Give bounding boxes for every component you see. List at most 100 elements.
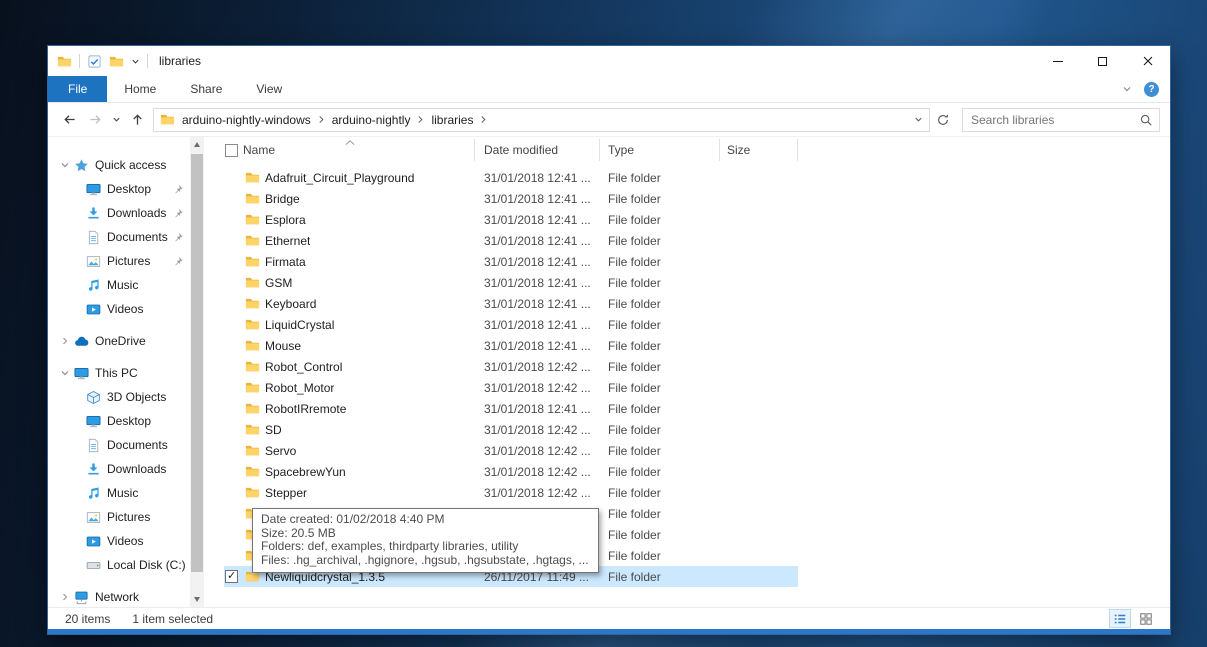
file-type: File folder: [608, 443, 661, 458]
sidebar-item-downloads[interactable]: Downloads: [48, 201, 190, 225]
folder-icon: [245, 256, 260, 267]
sidebar-item-documents[interactable]: Documents: [48, 225, 190, 249]
row-check-cell: [204, 339, 240, 352]
select-all-checkbox[interactable]: [225, 143, 238, 157]
file-type: File folder: [608, 380, 661, 395]
tab-view[interactable]: View: [239, 76, 299, 102]
folder-icon: [245, 361, 260, 372]
chevron-right-icon[interactable]: [60, 592, 70, 602]
pin-icon: [175, 184, 183, 193]
details-view-button[interactable]: [1109, 609, 1131, 628]
file-row[interactable]: RobotIRremote 31/01/2018 12:41 ... File …: [204, 398, 798, 419]
breadcrumb-chevron-icon[interactable]: [480, 115, 487, 124]
file-row[interactable]: Firmata 31/01/2018 12:41 ... File folder: [204, 251, 798, 272]
sidebar-item-downloads-pc[interactable]: Downloads: [48, 457, 190, 481]
sidebar-item-label: Documents: [107, 438, 168, 452]
help-button[interactable]: ?: [1144, 81, 1159, 97]
customize-toolbar-chevron-icon[interactable]: [131, 57, 140, 66]
file-row[interactable]: SD 31/01/2018 12:42 ... File folder: [204, 419, 798, 440]
address-bar[interactable]: arduino-nightly-windows arduino-nightly …: [153, 107, 930, 132]
file-type: File folder: [608, 275, 661, 290]
file-row[interactable]: Bridge 31/01/2018 12:41 ... File folder: [204, 188, 798, 209]
file-row[interactable]: Stepper 31/01/2018 12:42 ... File folder: [204, 482, 798, 503]
file-row[interactable]: SpacebrewYun 31/01/2018 12:42 ... File f…: [204, 461, 798, 482]
row-check-cell: [204, 528, 240, 541]
scrollbar-down-arrow[interactable]: [190, 592, 204, 607]
recent-locations-chevron-icon[interactable]: [108, 108, 124, 132]
file-row[interactable]: Adafruit_Circuit_Playground 31/01/2018 1…: [204, 167, 798, 188]
folder-icon: [245, 382, 260, 393]
sidebar-item-label: Videos: [107, 534, 144, 548]
sidebar-item-pictures[interactable]: Pictures: [48, 249, 190, 273]
up-button[interactable]: [124, 108, 150, 132]
breadcrumb-segment[interactable]: libraries: [424, 113, 480, 127]
column-header-type[interactable]: Type: [600, 139, 720, 161]
forward-button[interactable]: [82, 108, 108, 132]
properties-icon[interactable]: [87, 54, 102, 69]
file-row[interactable]: LiquidCrystal 31/01/2018 12:41 ... File …: [204, 314, 798, 335]
sidebar-item-videos-pc[interactable]: Videos: [48, 529, 190, 553]
chevron-down-icon[interactable]: [60, 160, 70, 170]
sidebar-item-3d-objects[interactable]: 3D Objects: [48, 385, 190, 409]
tab-home[interactable]: Home: [107, 76, 173, 102]
row-name-cell: LiquidCrystal: [240, 317, 475, 332]
file-row[interactable]: Ethernet 31/01/2018 12:41 ... File folde…: [204, 230, 798, 251]
breadcrumb-chevron-icon[interactable]: [318, 115, 325, 124]
sidebar-item-local-disk-c[interactable]: Local Disk (C:): [48, 553, 190, 577]
row-name-cell: Robot_Control: [240, 359, 475, 374]
sidebar-item-this-pc[interactable]: This PC: [48, 361, 190, 385]
items-count: 20 items: [65, 611, 111, 626]
large-icons-view-button[interactable]: [1135, 609, 1157, 628]
file-row[interactable]: Servo 31/01/2018 12:42 ... File folder: [204, 440, 798, 461]
sidebar-item-music-pc[interactable]: Music: [48, 481, 190, 505]
breadcrumb-segment[interactable]: arduino-nightly: [325, 113, 418, 127]
new-folder-icon[interactable]: [109, 54, 124, 69]
column-header-size[interactable]: Size: [720, 139, 798, 161]
search-icon[interactable]: [1139, 113, 1159, 127]
scrollbar-track: [190, 152, 204, 592]
refresh-button[interactable]: [930, 108, 956, 132]
file-row[interactable]: Keyboard 31/01/2018 12:41 ... File folde…: [204, 293, 798, 314]
maximize-button[interactable]: [1080, 46, 1125, 76]
search-input[interactable]: [963, 112, 1139, 127]
file-row[interactable]: Mouse 31/01/2018 12:41 ... File folder: [204, 335, 798, 356]
column-header-date-modified[interactable]: Date modified: [475, 139, 600, 161]
sidebar-item-pictures-pc[interactable]: Pictures: [48, 505, 190, 529]
close-button[interactable]: [1125, 46, 1170, 76]
sidebar-item-desktop[interactable]: Desktop: [48, 177, 190, 201]
sidebar-item-videos[interactable]: Videos: [48, 297, 190, 321]
file-row[interactable]: Esplora 31/01/2018 12:41 ... File folder: [204, 209, 798, 230]
file-row[interactable]: Robot_Control 31/01/2018 12:42 ... File …: [204, 356, 798, 377]
minimize-button[interactable]: [1035, 46, 1080, 76]
file-date-modified: 31/01/2018 12:41 ...: [484, 170, 591, 185]
sidebar-item-desktop-pc[interactable]: Desktop: [48, 409, 190, 433]
scrollbar-thumb[interactable]: [191, 154, 203, 572]
sidebar-item-quick-access[interactable]: Quick access: [48, 153, 190, 177]
column-header-name[interactable]: Name: [240, 139, 475, 161]
tab-share[interactable]: Share: [173, 76, 239, 102]
row-name-cell: SD: [240, 422, 475, 437]
file-name: SD: [265, 422, 282, 437]
row-name-cell: Mouse: [240, 338, 475, 353]
chevron-down-icon[interactable]: [60, 368, 70, 378]
row-name-cell: Adafruit_Circuit_Playground: [240, 170, 475, 185]
row-checkbox[interactable]: [225, 569, 238, 583]
breadcrumb-segment[interactable]: arduino-nightly-windows: [175, 113, 318, 127]
file-name: Robot_Control: [265, 359, 343, 374]
sidebar-item-network[interactable]: Network: [48, 585, 190, 607]
breadcrumb-chevron-icon[interactable]: [417, 115, 424, 124]
back-button[interactable]: [56, 108, 82, 132]
expand-ribbon-chevron-icon[interactable]: [1122, 84, 1132, 94]
sidebar-item-onedrive[interactable]: OneDrive: [48, 329, 190, 353]
tab-file[interactable]: File: [48, 76, 108, 102]
scrollbar-up-arrow[interactable]: [190, 137, 204, 152]
address-dropdown-chevron-icon[interactable]: [914, 115, 923, 124]
sidebar-item-documents-pc[interactable]: Documents: [48, 433, 190, 457]
file-name: Stepper: [265, 485, 308, 500]
file-type: File folder: [608, 464, 661, 479]
chevron-right-icon[interactable]: [60, 336, 70, 346]
disk-icon: [86, 561, 101, 569]
file-row[interactable]: GSM 31/01/2018 12:41 ... File folder: [204, 272, 798, 293]
sidebar-item-music[interactable]: Music: [48, 273, 190, 297]
file-row[interactable]: Robot_Motor 31/01/2018 12:42 ... File fo…: [204, 377, 798, 398]
